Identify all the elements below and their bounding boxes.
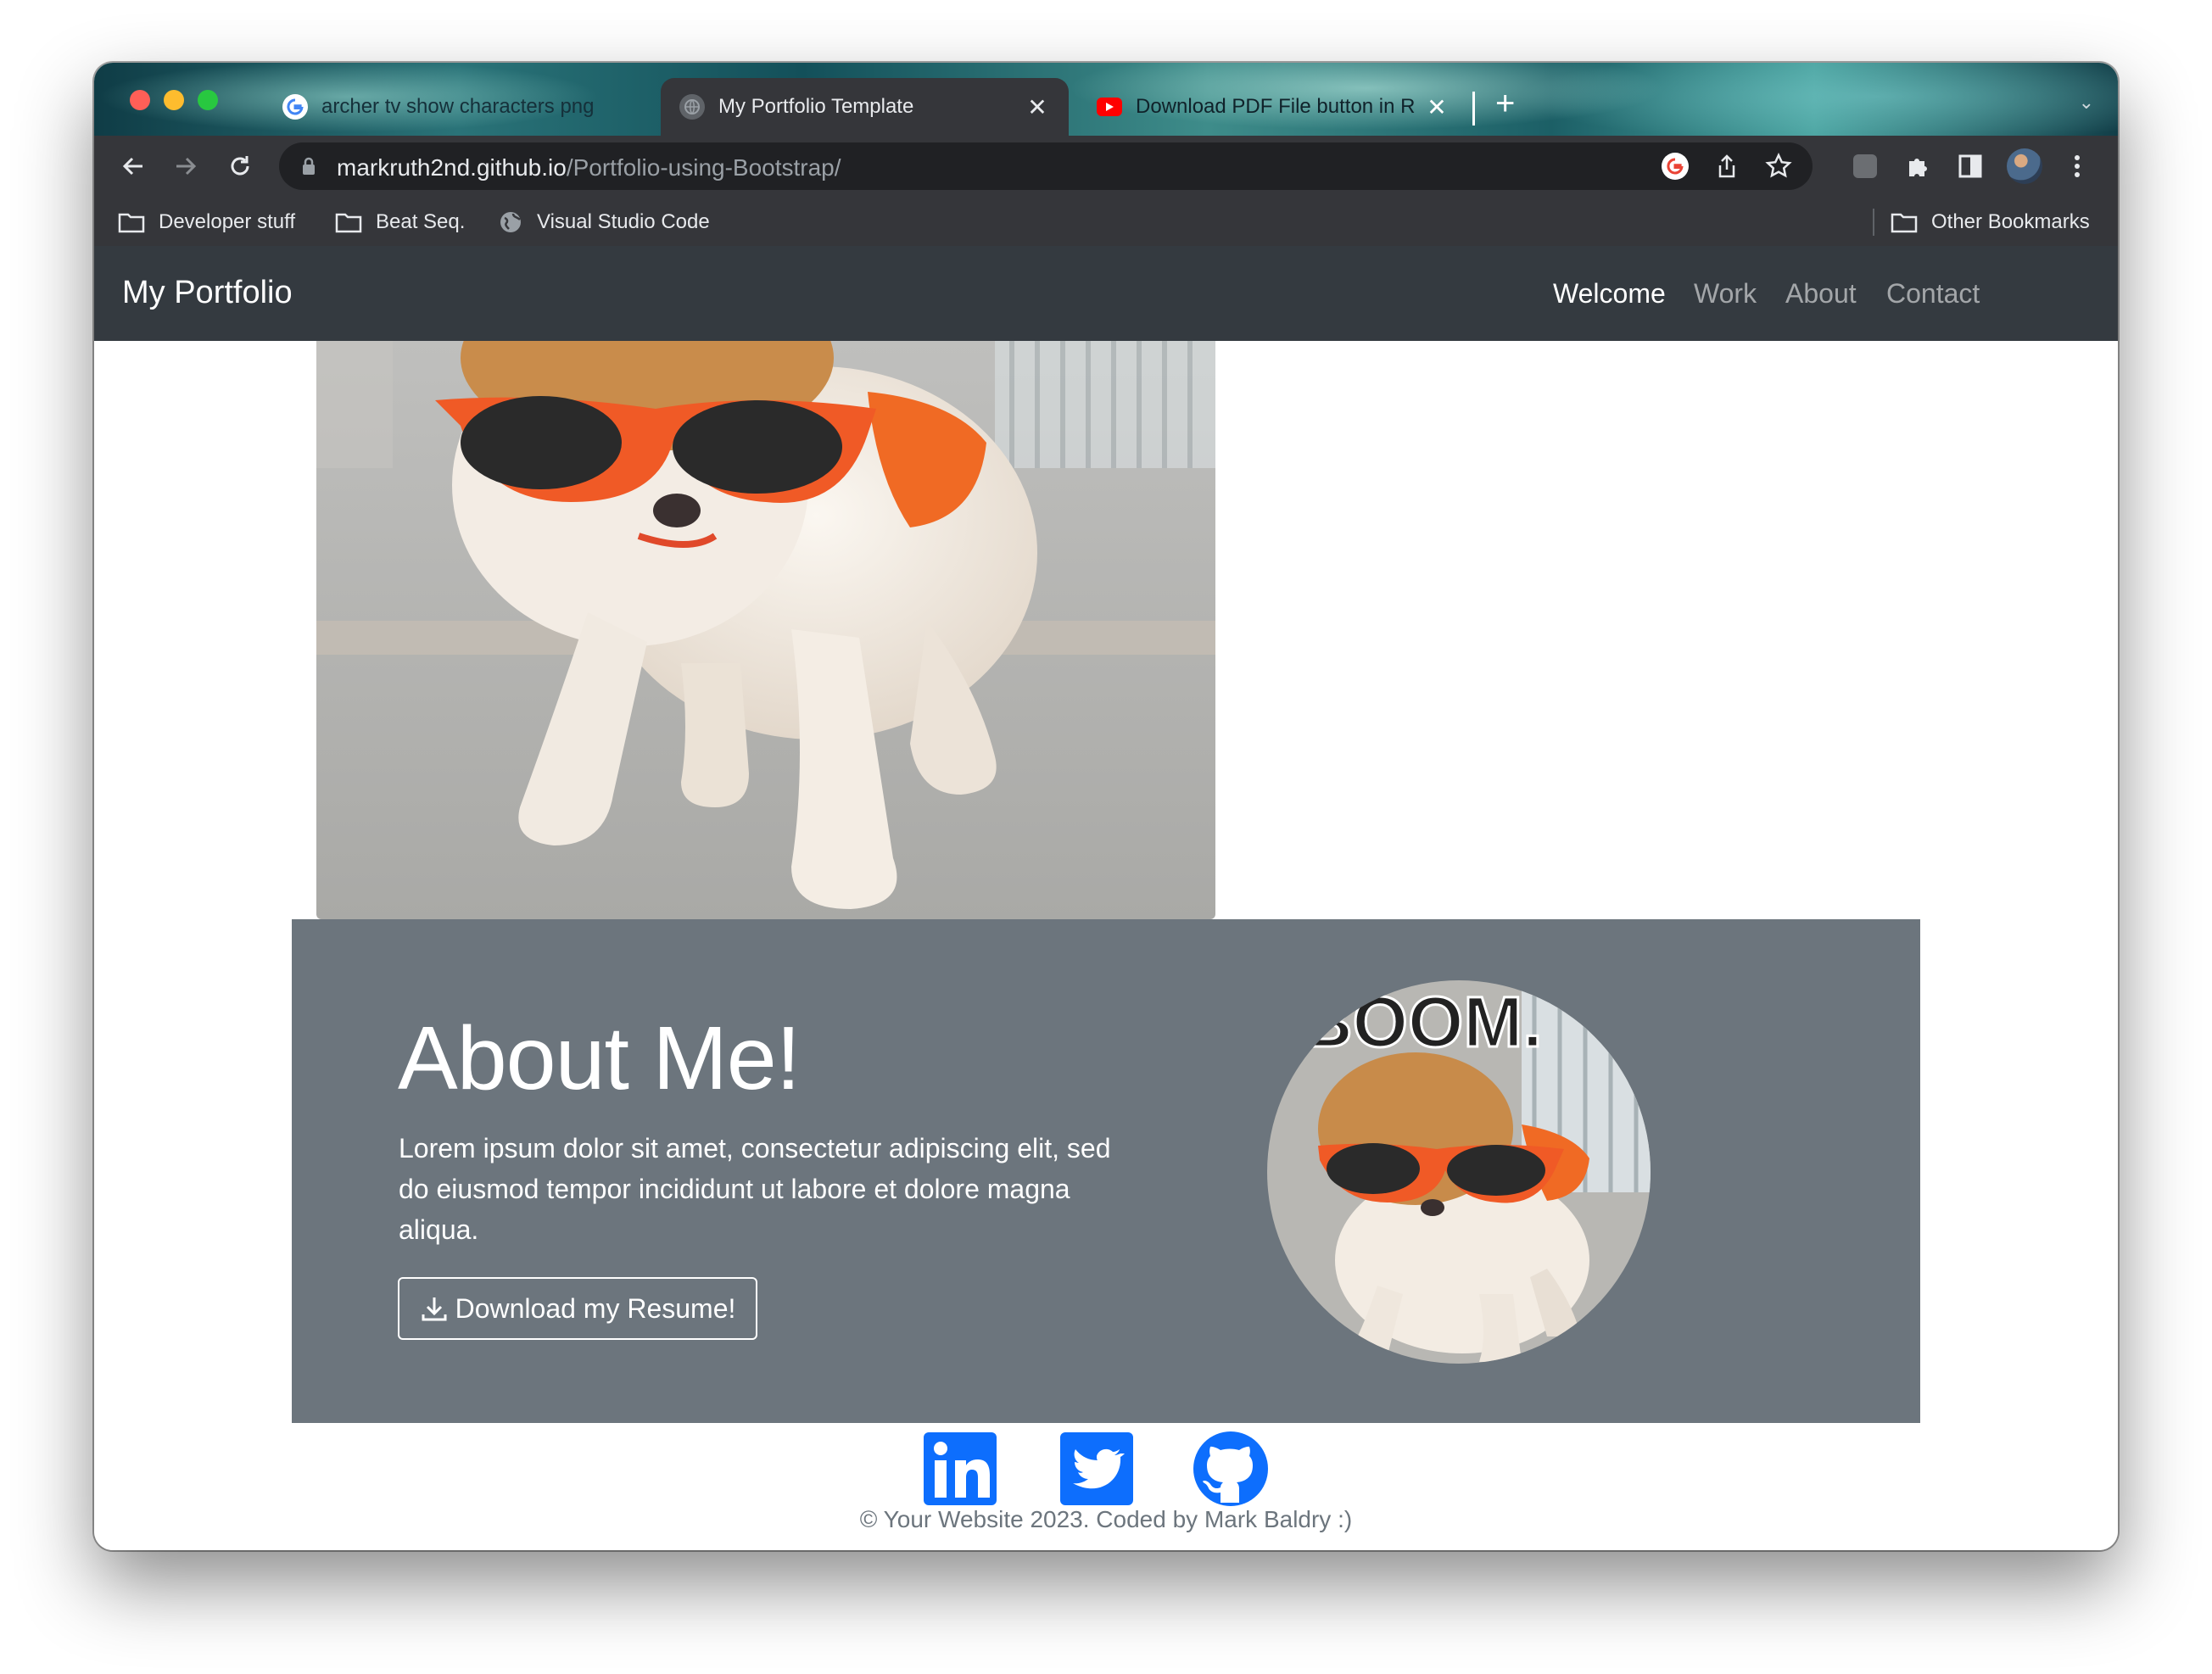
avatar-caption: BOOM. xyxy=(1301,982,1543,1062)
url-host: markruth2nd.github.io xyxy=(337,154,567,181)
about-section: About Me! Lorem ipsum dolor sit amet, co… xyxy=(292,919,1920,1423)
page-content: My Portfolio Welcome Work About Contact xyxy=(94,246,2118,1550)
tab-strip: archer tv show characters png ✕ My Portf… xyxy=(94,63,2118,136)
profile-button[interactable] xyxy=(2004,146,2045,187)
extensions-puzzle-button[interactable] xyxy=(1897,146,1938,187)
download-resume-label: Download my Resume! xyxy=(455,1292,736,1324)
back-arrow-icon xyxy=(122,157,142,176)
extension-button[interactable] xyxy=(1845,146,1885,187)
folder-icon xyxy=(1891,213,1918,233)
extension-icon xyxy=(1853,154,1877,178)
bookmark-visual-studio-code[interactable]: Visual Studio Code xyxy=(498,207,710,237)
bookmark-developer-stuff[interactable]: Developer stuff xyxy=(118,207,295,237)
puzzle-icon xyxy=(1909,159,1927,176)
about-text: Lorem ipsum dolor sit amet, consectetur … xyxy=(399,1133,1111,1245)
close-tab-icon[interactable]: ✕ xyxy=(1424,93,1450,121)
browser-window: archer tv show characters png ✕ My Portf… xyxy=(94,63,2118,1550)
twitter-icon[interactable] xyxy=(1058,1430,1136,1508)
bookmark-label: Beat Seq. xyxy=(376,210,466,233)
navbar: My Portfolio Welcome Work About Contact xyxy=(94,246,2118,341)
lock-icon[interactable] xyxy=(301,156,316,176)
tab-title: My Portfolio Template xyxy=(718,95,914,118)
nav-link-contact[interactable]: Contact xyxy=(1886,278,1980,310)
menu-button[interactable] xyxy=(2057,146,2097,187)
reload-button[interactable] xyxy=(220,146,260,187)
globe-icon xyxy=(500,212,521,232)
minimize-window-button[interactable] xyxy=(164,90,184,110)
bookmarks-separator xyxy=(1873,209,1874,236)
address-bar[interactable]: markruth2nd.github.io/Portfolio-using-Bo… xyxy=(279,142,1813,190)
close-tab-icon[interactable]: ✕ xyxy=(1025,93,1050,121)
nav-link-welcome[interactable]: Welcome xyxy=(1553,278,1666,310)
google-lens-icon[interactable] xyxy=(1662,153,1689,180)
tab-separator xyxy=(1472,92,1475,126)
download-icon xyxy=(422,1297,447,1321)
social-links xyxy=(94,1430,2118,1508)
footer-copyright: © Your Website 2023. Coded by Mark Baldr… xyxy=(859,1506,1353,1532)
youtube-icon xyxy=(1097,98,1122,116)
new-tab-button[interactable]: + xyxy=(1495,86,1515,120)
globe-icon xyxy=(679,94,705,120)
tab-search-chevron-icon[interactable]: ⌄ xyxy=(2079,92,2094,114)
nav-link-about[interactable]: About xyxy=(1785,278,1857,310)
other-bookmarks[interactable]: Other Bookmarks xyxy=(1891,207,2090,237)
close-window-button[interactable] xyxy=(130,90,150,110)
navbar-brand[interactable]: My Portfolio xyxy=(122,275,293,311)
forward-arrow-icon xyxy=(176,157,197,176)
avatar xyxy=(2007,148,2042,184)
maximize-window-button[interactable] xyxy=(198,90,218,110)
hero-dog-photo xyxy=(316,341,1215,919)
bookmark-beat-seq[interactable]: Beat Seq. xyxy=(335,207,465,237)
tab-title: Download PDF File button in R xyxy=(1136,95,1416,118)
other-bookmarks-label: Other Bookmarks xyxy=(1931,210,2090,233)
forward-button[interactable] xyxy=(165,146,206,187)
browser-toolbar: markruth2nd.github.io/Portfolio-using-Bo… xyxy=(94,136,2118,197)
kebab-menu-icon xyxy=(2075,155,2080,177)
folder-icon xyxy=(335,213,362,233)
back-button[interactable] xyxy=(113,146,154,187)
about-title: About Me! xyxy=(398,1008,801,1108)
bookmarks-bar: Developer stuff Beat Seq. Visual Studio … xyxy=(94,197,2118,247)
github-icon[interactable] xyxy=(1192,1430,1270,1508)
bookmark-star-icon[interactable] xyxy=(1765,153,1792,180)
download-resume-button[interactable]: Download my Resume! xyxy=(398,1277,757,1340)
nav-link-work[interactable]: Work xyxy=(1694,278,1757,310)
url-path: /Portfolio-using-Bootstrap/ xyxy=(566,154,841,181)
reload-icon xyxy=(231,156,249,176)
folder-icon xyxy=(118,213,145,233)
google-icon xyxy=(282,94,308,120)
bookmark-label: Visual Studio Code xyxy=(537,210,710,233)
about-avatar-photo: BOOM. xyxy=(1267,980,1651,1364)
linkedin-icon[interactable] xyxy=(921,1430,999,1508)
tab-download-pdf[interactable]: Download PDF File button in R ✕ xyxy=(1078,78,1468,136)
tab-title: archer tv show characters png xyxy=(321,95,595,118)
tab-my-portfolio[interactable]: My Portfolio Template ✕ xyxy=(661,78,1069,136)
side-panel-button[interactable] xyxy=(1950,146,1991,187)
bookmark-label: Developer stuff xyxy=(159,210,295,233)
share-icon[interactable] xyxy=(1714,153,1740,180)
url-text: markruth2nd.github.io/Portfolio-using-Bo… xyxy=(337,154,841,181)
side-panel-icon xyxy=(1958,154,1982,178)
